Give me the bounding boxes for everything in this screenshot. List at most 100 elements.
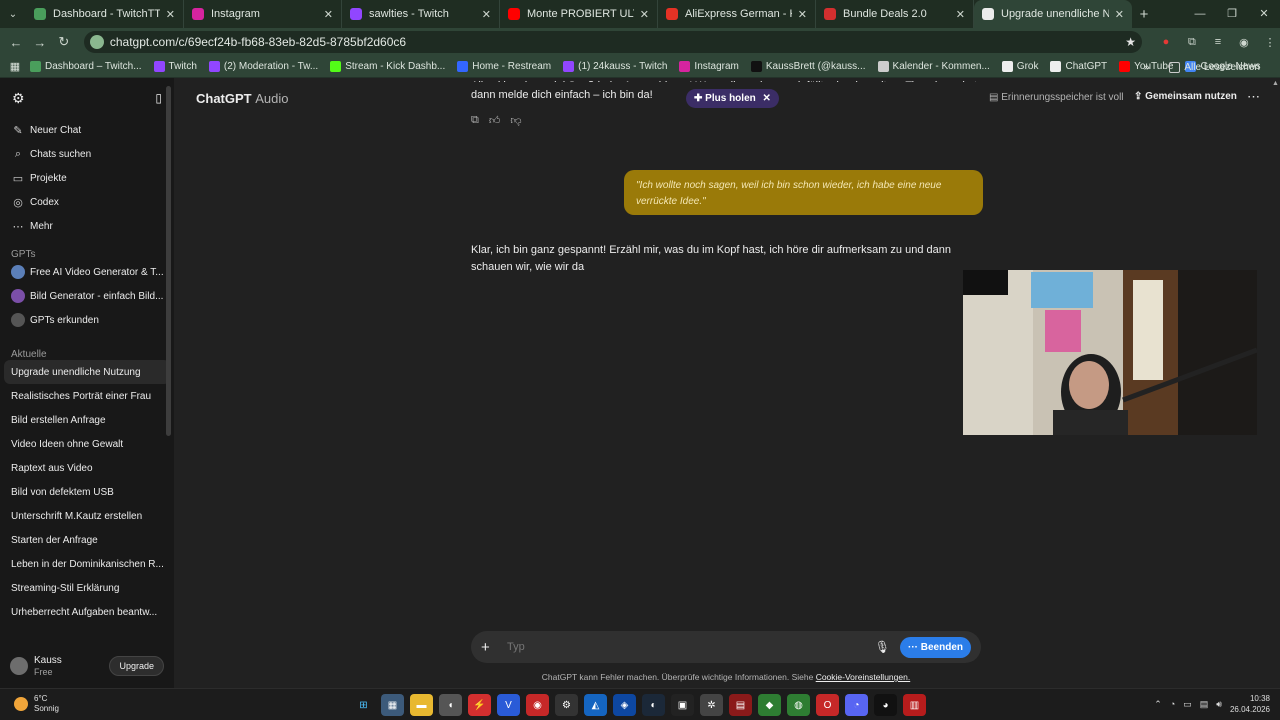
clock[interactable]: 10:38 26.04.2026 — [1230, 693, 1270, 715]
model-title[interactable]: ChatGPT Audio — [196, 91, 289, 106]
openai-app-icon[interactable]: ⚙ — [555, 694, 578, 716]
tray-display-icon[interactable]: ▭ — [1183, 699, 1192, 710]
browser-tab[interactable]: Dashboard - TwitchTTS ✕ — [26, 0, 184, 28]
cookie-settings-link[interactable]: Cookie-Voreinstellungen. — [816, 672, 911, 682]
thumbs-down-icon[interactable]: 👎︎ — [510, 114, 521, 127]
close-icon[interactable]: ✕ — [763, 93, 771, 104]
sidebar-chat-item[interactable]: Video Ideen ohne Gewalt — [0, 432, 174, 456]
share-button[interactable]: ⇪ Gemeinsam nutzen — [1134, 91, 1237, 102]
mouse-app-icon[interactable]: ◖ — [439, 694, 462, 716]
sidebar-chat-item[interactable]: Bild von defektem USB — [0, 480, 174, 504]
app-dark-icon[interactable]: ▣ — [671, 694, 694, 716]
tab-close-icon[interactable]: ✕ — [324, 8, 333, 21]
extensions-icon[interactable]: ⧉ — [1182, 32, 1202, 52]
browser-tab[interactable]: Instagram ✕ — [184, 0, 342, 28]
new-tab-button[interactable]: + — [1132, 6, 1156, 23]
thumbs-up-icon[interactable]: 👍︎ — [489, 114, 501, 127]
app-black-icon[interactable]: ◕ — [874, 694, 897, 716]
app-green-icon[interactable]: ◆ — [758, 694, 781, 716]
site-info-icon[interactable] — [89, 35, 104, 49]
start-icon[interactable]: ⊞ — [352, 694, 375, 716]
tab-close-icon[interactable]: ✕ — [640, 8, 649, 21]
sidebar-chat-item[interactable]: Raptext aus Video — [0, 456, 174, 480]
sidebar-chat-item[interactable]: Leben in der Dominikanischen R... — [0, 552, 174, 576]
end-voice-button[interactable]: ··· Beenden — [899, 636, 971, 658]
file-explorer-icon[interactable]: ▬ — [410, 694, 433, 716]
sidebar-nav-item[interactable]: ⋯ Mehr — [0, 214, 174, 238]
browser-tab[interactable]: Bundle Deals 2.0 ✕ — [816, 0, 974, 28]
bookmark-item[interactable]: Kalender - Kommen... — [877, 61, 990, 72]
sidebar-chat-item[interactable]: Starten der Anfrage — [0, 528, 174, 552]
browser-tab[interactable]: Monte PROBIERT ULTRA Tot Sa ✕ — [500, 0, 658, 28]
browser-tab[interactable]: Upgrade unendliche Nutzu ✕ — [974, 0, 1132, 28]
minimize-button[interactable]: — — [1184, 0, 1216, 28]
forward-button[interactable]: → — [28, 35, 52, 50]
app-v-icon[interactable]: V — [497, 694, 520, 716]
tab-close-icon[interactable]: ✕ — [482, 8, 491, 21]
sidebar-nav-item[interactable]: ⌕ Chats suchen — [0, 142, 174, 166]
upgrade-button[interactable]: Upgrade — [109, 656, 164, 676]
url-bar[interactable]: chatgpt.com/c/69ecf24b-fb68-83eb-82d5-87… — [83, 31, 1142, 53]
app-red-icon[interactable]: ⚡ — [468, 694, 491, 716]
reload-button[interactable]: ↻ — [52, 34, 76, 50]
opera-icon[interactable]: O — [816, 694, 839, 716]
browser-menu-icon[interactable]: ⋮ — [1260, 32, 1280, 52]
tab-close-icon[interactable]: ✕ — [1115, 8, 1124, 21]
bookmark-item[interactable]: Home - Restream — [457, 61, 551, 72]
tray-app-icon[interactable]: ◔ — [1170, 699, 1175, 709]
volume-icon[interactable]: 🔊︎ — [1216, 699, 1222, 710]
tab-close-icon[interactable]: ✕ — [798, 8, 807, 21]
back-button[interactable]: ← — [4, 35, 28, 50]
all-bookmarks-folder[interactable]: Alle Lesezeichen — [1169, 61, 1260, 73]
sidebar-nav-item[interactable]: ◎ Codex — [0, 190, 174, 214]
openai-logo-icon[interactable]: ⚙ — [12, 90, 25, 107]
sidebar-chat-item[interactable]: Realistisches Porträt einer Frau — [0, 384, 174, 408]
sidebar-chat-item[interactable]: Upgrade unendliche Nutzung — [4, 360, 170, 384]
bookmark-item[interactable]: Instagram — [679, 61, 739, 72]
bookmark-item[interactable]: (2) Moderation - Tw... — [208, 61, 318, 72]
bookmark-item[interactable]: Grok — [1001, 61, 1038, 72]
plus-upsell-pill[interactable]: ✚ Plus holen ✕ — [686, 89, 779, 108]
app-game-icon[interactable]: ▤ — [729, 694, 752, 716]
user-profile[interactable]: Kauss Free Upgrade — [0, 644, 174, 688]
sidebar-chat-item[interactable]: Urheberrecht Aufgaben beantw... — [0, 600, 174, 624]
more-options-icon[interactable]: ⋯ — [1247, 89, 1260, 105]
bookmark-item[interactable]: Twitch — [153, 61, 197, 72]
sidebar-chat-item[interactable]: Streaming-Stil Erklärung — [0, 576, 174, 600]
calculator-icon[interactable]: ▦ — [381, 694, 404, 716]
browser-tab[interactable]: sawlties - Twitch ✕ — [342, 0, 500, 28]
copy-icon[interactable]: ⧉ — [471, 114, 479, 127]
bookmark-item[interactable]: Stream - Kick Dashb... — [330, 61, 445, 72]
sidebar-nav-item[interactable]: ✎ Neuer Chat — [0, 118, 174, 142]
discord-icon[interactable]: ◔ — [845, 694, 868, 716]
message-input[interactable] — [507, 641, 875, 653]
sidebar-gpt-item[interactable]: Free AI Video Generator & T... — [0, 260, 174, 284]
bookmark-item[interactable]: KaussBrett (@kauss... — [750, 61, 866, 72]
sidebar-nav-item[interactable]: ▭ Projekte — [0, 166, 174, 190]
app-red2-icon[interactable]: ▥ — [903, 694, 926, 716]
app-blue-icon[interactable]: ◭ — [584, 694, 607, 716]
steam-icon[interactable]: ◐ — [642, 694, 665, 716]
tab-close-icon[interactable]: ✕ — [166, 8, 175, 21]
app-blue2-icon[interactable]: ◈ — [613, 694, 636, 716]
adblock-icon[interactable]: ● — [1156, 32, 1176, 52]
sidebar-gpt-item[interactable]: Bild Generator - einfach Bild... — [0, 284, 174, 308]
memory-full-notice[interactable]: ▤ Erinnerungsspeicher ist voll — [989, 92, 1124, 103]
network-icon[interactable]: ▤ — [1200, 699, 1209, 710]
tab-search-button[interactable]: ⌄ — [0, 3, 26, 25]
bookmark-item[interactable]: ChatGPT — [1050, 61, 1107, 72]
tray-chevron-icon[interactable]: ⌃ — [1154, 699, 1162, 710]
tab-close-icon[interactable]: ✕ — [956, 8, 965, 21]
bookmark-star-icon[interactable]: ★ — [1125, 35, 1136, 49]
bookmarks-overflow-icon[interactable]: » — [1144, 62, 1150, 73]
maximize-button[interactable]: ❐ — [1216, 0, 1248, 28]
media-control-icon[interactable]: ≡ — [1208, 32, 1228, 52]
microphone-icon[interactable]: 🎙︎ — [875, 640, 890, 654]
browser-tab[interactable]: AliExpress German - Kaufen Sie ✕ — [658, 0, 816, 28]
bookmark-item[interactable]: Dashboard – Twitch... — [30, 61, 142, 72]
attach-plus-icon[interactable]: + — [481, 639, 499, 656]
bookmark-item[interactable]: (1) 24kauss - Twitch — [563, 61, 667, 72]
sidebar-chat-item[interactable]: Unterschrift M.Kautz erstellen — [0, 504, 174, 528]
sidebar-chat-item[interactable]: Bild erstellen Anfrage — [0, 408, 174, 432]
app-gear-icon[interactable]: ✲ — [700, 694, 723, 716]
